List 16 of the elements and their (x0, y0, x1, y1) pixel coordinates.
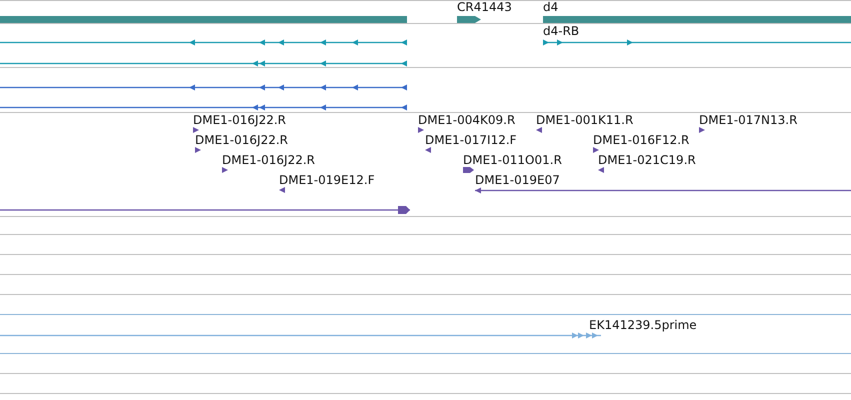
feature-label: EK141239.5prime (589, 319, 697, 331)
feature-label: d4 (543, 1, 558, 13)
feature-label: DME1-017N13.R (699, 114, 798, 126)
feature-label: DME1-019E07 (475, 174, 560, 186)
feature-label: DME1-016F12.R (593, 134, 690, 146)
feature-label: DME1-004K09.R (418, 114, 516, 126)
feature-label: DME1-017I12.F (425, 134, 517, 146)
feature-label: DME1-021C19.R (598, 154, 696, 166)
feature-label: DME1-016J22.R (195, 134, 288, 146)
feature-label: CR41443 (457, 1, 512, 13)
feature-label: DME1-019E12.F (279, 174, 375, 186)
feature-label: DME1-001K11.R (536, 114, 634, 126)
feature-label: DME1-011O01.R (463, 154, 562, 166)
feature-label: d4-RB (543, 25, 580, 37)
feature-label: DME1-016J22.R (193, 114, 286, 126)
feature-label: DME1-016J22.R (222, 154, 316, 166)
